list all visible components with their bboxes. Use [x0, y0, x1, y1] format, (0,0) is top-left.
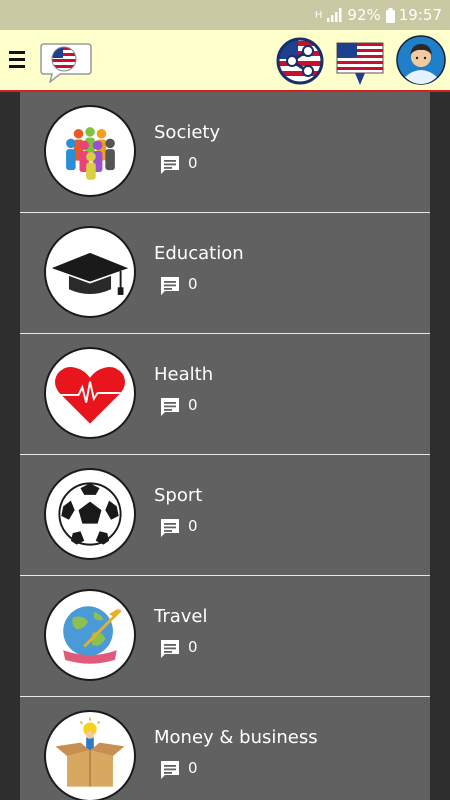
comment-icon	[159, 396, 181, 418]
comment-count: 0	[188, 275, 198, 293]
topic-item-society[interactable]: Society 0	[20, 92, 430, 213]
battery-percent: 92%	[347, 6, 381, 24]
soccer-ball-icon	[44, 468, 136, 560]
comment-icon	[159, 275, 181, 297]
topic-title: Sport	[154, 485, 203, 506]
topic-item-sport[interactable]: Sport 0	[20, 455, 430, 576]
clock: 19:57	[398, 6, 442, 24]
user-avatar-icon[interactable]	[396, 35, 446, 85]
us-flag-pin-icon[interactable]	[336, 41, 384, 87]
left-gutter	[0, 92, 20, 800]
topic-title: Education	[154, 243, 244, 264]
comment-count: 0	[188, 396, 198, 414]
globe-airplane-icon	[44, 589, 136, 681]
topic-title: Travel	[154, 606, 208, 627]
money-box-icon	[44, 710, 136, 800]
heart-pulse-icon	[44, 347, 136, 439]
signal-icon	[327, 8, 343, 22]
comment-icon	[159, 759, 181, 781]
comment-icon	[159, 154, 181, 176]
topic-item-money-business[interactable]: Money & business 0	[20, 697, 430, 800]
topic-list: Society 0 Education 0 Health 0 Sport 0 T…	[20, 92, 430, 800]
us-flag-speech-bubble-icon[interactable]	[40, 41, 92, 84]
comment-count: 0	[188, 638, 198, 656]
topic-item-travel[interactable]: Travel 0	[20, 576, 430, 697]
topic-title: Money & business	[154, 727, 318, 748]
app-bar	[0, 30, 450, 93]
network-type-label: H	[314, 9, 323, 21]
right-gutter	[430, 92, 450, 800]
comment-count: 0	[188, 154, 198, 172]
battery-icon	[385, 7, 395, 23]
topic-title: Society	[154, 122, 221, 143]
share-icon[interactable]	[276, 37, 324, 85]
hamburger-menu-icon[interactable]	[9, 48, 27, 70]
topic-title: Health	[154, 364, 214, 385]
status-bar: H 92% 19:57	[0, 0, 450, 30]
comment-count: 0	[188, 517, 198, 535]
topic-item-health[interactable]: Health 0	[20, 334, 430, 455]
comment-icon	[159, 517, 181, 539]
topic-item-education[interactable]: Education 0	[20, 213, 430, 334]
graduation-cap-icon	[44, 226, 136, 318]
people-group-icon	[44, 105, 136, 197]
comment-icon	[159, 638, 181, 660]
comment-count: 0	[188, 759, 198, 777]
